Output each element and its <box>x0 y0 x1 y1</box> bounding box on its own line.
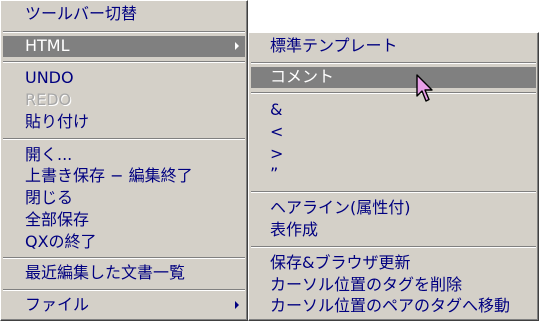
menu-separator <box>251 92 536 94</box>
submenu-item-quot[interactable]: ” <box>251 164 536 185</box>
menu-separator <box>251 62 536 64</box>
html-submenu: 標準テンプレート コメント & < > ” ヘアライン(属性付) 表作成 保存&… <box>248 32 539 321</box>
menu-item-file-label: ファイル <box>25 295 90 314</box>
main-context-menu: ツールバー切替 HTML UNDO REDO 貼り付け 開く... 上書き保存 … <box>0 0 248 321</box>
submenu-arrow-icon <box>235 42 239 50</box>
submenu-item-hairline[interactable]: ヘアライン(属性付) <box>251 198 536 219</box>
submenu-item-delete-tag-at-cursor[interactable]: カーソル位置のタグを削除 <box>251 275 536 296</box>
menu-item-html[interactable]: HTML <box>3 36 245 57</box>
submenu-item-move-to-pair-tag[interactable]: カーソル位置のペアのタグへ移動 <box>251 296 536 317</box>
menu-separator <box>3 289 245 291</box>
menu-item-recent-documents[interactable]: 最近編集した文書一覧 <box>3 263 245 284</box>
menu-item-file[interactable]: ファイル <box>3 295 245 316</box>
menu-separator <box>3 138 245 140</box>
menu-item-toggle-toolbar[interactable]: ツールバー切替 <box>3 4 245 25</box>
menu-separator <box>3 31 245 33</box>
menu-item-save-all[interactable]: 全部保存 <box>3 210 245 231</box>
menu-separator <box>3 61 245 63</box>
menu-item-paste[interactable]: 貼り付け <box>3 112 245 133</box>
menu-item-redo: REDO <box>25 90 72 109</box>
mouse-pointer-icon <box>416 74 433 102</box>
menu-item-close[interactable]: 閉じる <box>3 188 245 209</box>
submenu-item-comment[interactable]: コメント <box>251 67 536 88</box>
menu-separator <box>251 246 536 248</box>
submenu-item-lt[interactable]: < <box>251 122 536 143</box>
menu-separator <box>3 257 245 259</box>
menu-item-overwrite-save-exit[interactable]: 上書き保存 − 編集終了 <box>3 166 245 187</box>
submenu-item-gt[interactable]: > <box>251 144 536 165</box>
submenu-arrow-icon <box>235 301 239 309</box>
menu-item-quit-qx[interactable]: QXの終了 <box>3 232 245 253</box>
menu-item-html-label: HTML <box>25 36 70 55</box>
menu-item-undo[interactable]: UNDO <box>3 68 245 89</box>
menu-separator <box>251 191 536 193</box>
menu-item-open[interactable]: 開く... <box>3 145 245 166</box>
submenu-item-create-table[interactable]: 表作成 <box>251 220 536 241</box>
submenu-item-standard-template[interactable]: 標準テンプレート <box>251 36 536 57</box>
submenu-item-amp[interactable]: & <box>251 100 536 121</box>
submenu-item-save-refresh-browser[interactable]: 保存&ブラウザ更新 <box>251 253 536 274</box>
